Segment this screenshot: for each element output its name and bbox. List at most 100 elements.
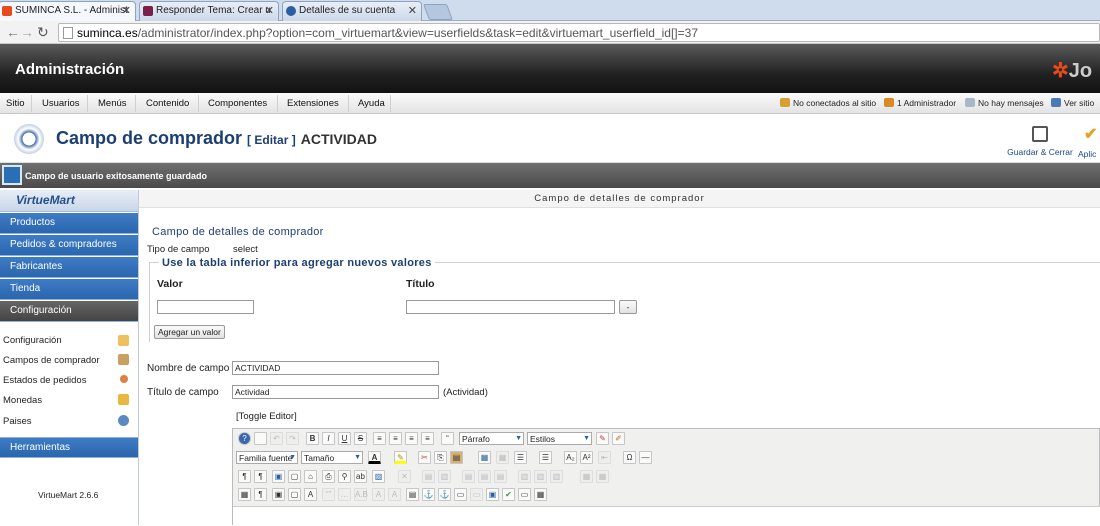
template-icon[interactable]: ▭: [518, 488, 531, 501]
strikethrough-icon[interactable]: S: [354, 432, 367, 445]
sidebar-subitem-configuracion[interactable]: Configuración: [3, 335, 62, 346]
font-size-select[interactable]: Tamaño fuente ▼: [301, 451, 363, 464]
table-row-icon[interactable]: ▤: [422, 470, 435, 483]
editor-content-area[interactable]: [233, 506, 1100, 526]
bold-icon[interactable]: B: [306, 432, 319, 445]
add-value-button[interactable]: Agregar un valor: [154, 325, 225, 339]
tab-close-icon[interactable]: ✕: [122, 4, 131, 17]
outdent-icon[interactable]: ⇤: [598, 451, 611, 464]
abbr-icon[interactable]: …: [338, 488, 351, 501]
blockquote-icon[interactable]: “: [441, 432, 454, 445]
undo-icon[interactable]: ↶: [270, 432, 283, 445]
del-icon[interactable]: A: [372, 488, 385, 501]
numbered-list-icon[interactable]: ☰: [514, 451, 527, 464]
cleanup-brush-icon[interactable]: ✐: [612, 432, 625, 445]
insert-image-icon[interactable]: ▨: [372, 470, 385, 483]
cite-icon[interactable]: “”: [322, 488, 335, 501]
browser-tab-forum[interactable]: Responder Tema: Crear u ✕: [139, 1, 279, 21]
field-name-input[interactable]: ACTIVIDAD: [232, 361, 439, 375]
ltr-icon[interactable]: ¶: [238, 470, 251, 483]
text-color-icon[interactable]: A: [368, 451, 381, 464]
superscript-icon[interactable]: A²: [580, 451, 593, 464]
table-delete-row-icon[interactable]: ▤: [494, 470, 507, 483]
print-icon[interactable]: ⎙: [322, 470, 335, 483]
menu-item-contenido[interactable]: Contenido: [146, 98, 189, 109]
style-props-icon[interactable]: A: [304, 488, 317, 501]
sidebar-item-tienda[interactable]: Tienda: [0, 279, 138, 300]
spellcheck-icon[interactable]: ✔: [502, 488, 515, 501]
forward-arrow-icon[interactable]: →: [20, 24, 34, 40]
title-input[interactable]: [406, 300, 615, 314]
menu-item-ayuda[interactable]: Ayuda: [358, 98, 385, 109]
fullscreen-icon[interactable]: ▣: [272, 470, 285, 483]
new-document-icon[interactable]: [254, 432, 267, 445]
search-icon[interactable]: ⚲: [338, 470, 351, 483]
table-insert-row-after-icon[interactable]: ▤: [478, 470, 491, 483]
new-tab-button[interactable]: [423, 4, 453, 20]
insert-layer-icon[interactable]: ▣: [272, 488, 285, 501]
reload-icon[interactable]: ↻: [37, 24, 49, 41]
browser-tab-admin[interactable]: SUMINCA S.L. - Administ ✕: [0, 1, 136, 21]
font-family-select[interactable]: Familia fuente ▼: [236, 451, 298, 464]
media-icon[interactable]: ▣: [486, 488, 499, 501]
align-justify-icon[interactable]: ≡: [373, 432, 386, 445]
horizontal-rule-icon[interactable]: —: [639, 451, 652, 464]
replace-icon[interactable]: ab: [354, 470, 367, 483]
apply-button[interactable]: ✔ Aplic: [1078, 122, 1100, 159]
menu-item-menus[interactable]: Menús: [98, 98, 127, 109]
paste-text-icon[interactable]: ▦: [478, 451, 491, 464]
table-col-icon[interactable]: ▥: [438, 470, 451, 483]
rtl-icon[interactable]: ¶: [254, 470, 267, 483]
nonbreaking-icon[interactable]: ⚓: [422, 488, 435, 501]
acronym-icon[interactable]: A.B: [354, 488, 368, 501]
help-icon[interactable]: ?: [238, 432, 251, 445]
underline-icon[interactable]: U: [338, 432, 351, 445]
ins-icon[interactable]: A: [388, 488, 401, 501]
sidebar-subitem-monedas[interactable]: Monedas: [3, 395, 42, 406]
italic-icon[interactable]: I: [322, 432, 335, 445]
align-right-icon[interactable]: ≡: [421, 432, 434, 445]
redo-icon[interactable]: ↷: [286, 432, 299, 445]
remove-value-button[interactable]: -: [619, 300, 637, 314]
bullet-list-icon[interactable]: ☰: [539, 451, 552, 464]
status-messages[interactable]: No hay mensajes: [965, 98, 1044, 108]
save-close-button[interactable]: Guardar & Cerrar: [1006, 122, 1074, 157]
tab-close-icon[interactable]: ✕: [265, 4, 274, 17]
paste-word-icon[interactable]: ▦: [496, 451, 509, 464]
unlink-icon[interactable]: ✕: [398, 470, 411, 483]
sidebar-item-pedidos[interactable]: Pedidos & compradores: [0, 235, 138, 256]
sidebar-item-fabricantes[interactable]: Fabricantes: [0, 257, 138, 278]
sidebar-subitem-estados-pedidos[interactable]: Estados de pedidos: [3, 375, 86, 386]
table-insert-row-before-icon[interactable]: ▤: [462, 470, 475, 483]
value-input[interactable]: [157, 300, 254, 314]
align-left-icon[interactable]: ≡: [405, 432, 418, 445]
preview-icon[interactable]: ▢: [288, 470, 301, 483]
table-insert-col-after-icon[interactable]: ▥: [534, 470, 547, 483]
format-select[interactable]: Párrafo ▼: [459, 432, 524, 445]
move-forward-icon[interactable]: ▢: [288, 488, 301, 501]
visual-aid-icon[interactable]: ▦: [238, 488, 251, 501]
table-merge-icon[interactable]: ▦: [596, 470, 609, 483]
tab-close-icon[interactable]: ✕: [408, 4, 417, 17]
browser-tab-account[interactable]: Detalles de su cuenta ✕: [282, 1, 422, 21]
align-center-icon[interactable]: ≡: [389, 432, 402, 445]
sidebar-item-productos[interactable]: Productos: [0, 213, 138, 234]
eraser-icon[interactable]: ✎: [596, 432, 609, 445]
pagebreak-icon[interactable]: ▭: [454, 488, 467, 501]
subscript-icon[interactable]: A₂: [564, 451, 577, 464]
readmore-icon[interactable]: ▭: [470, 488, 483, 501]
html-source-icon[interactable]: ⌂: [304, 470, 317, 483]
menu-item-sitio[interactable]: Sitio: [6, 98, 24, 109]
menu-item-usuarios[interactable]: Usuarios: [42, 98, 80, 109]
paste-icon[interactable]: ▤: [450, 451, 463, 464]
menu-item-componentes[interactable]: Componentes: [208, 98, 267, 109]
toggle-editor-link[interactable]: [Toggle Editor]: [236, 411, 297, 422]
menu-item-extensiones[interactable]: Extensiones: [287, 98, 339, 109]
field-title-input[interactable]: Actividad: [232, 385, 439, 399]
insert-table-icon[interactable]: ▦: [534, 488, 547, 501]
cut-icon[interactable]: ✂: [418, 451, 431, 464]
table-split-icon[interactable]: ▦: [580, 470, 593, 483]
view-site-link[interactable]: Ver sitio: [1051, 98, 1094, 108]
back-arrow-icon[interactable]: ←: [6, 24, 20, 40]
table-delete-col-icon[interactable]: ▥: [550, 470, 563, 483]
